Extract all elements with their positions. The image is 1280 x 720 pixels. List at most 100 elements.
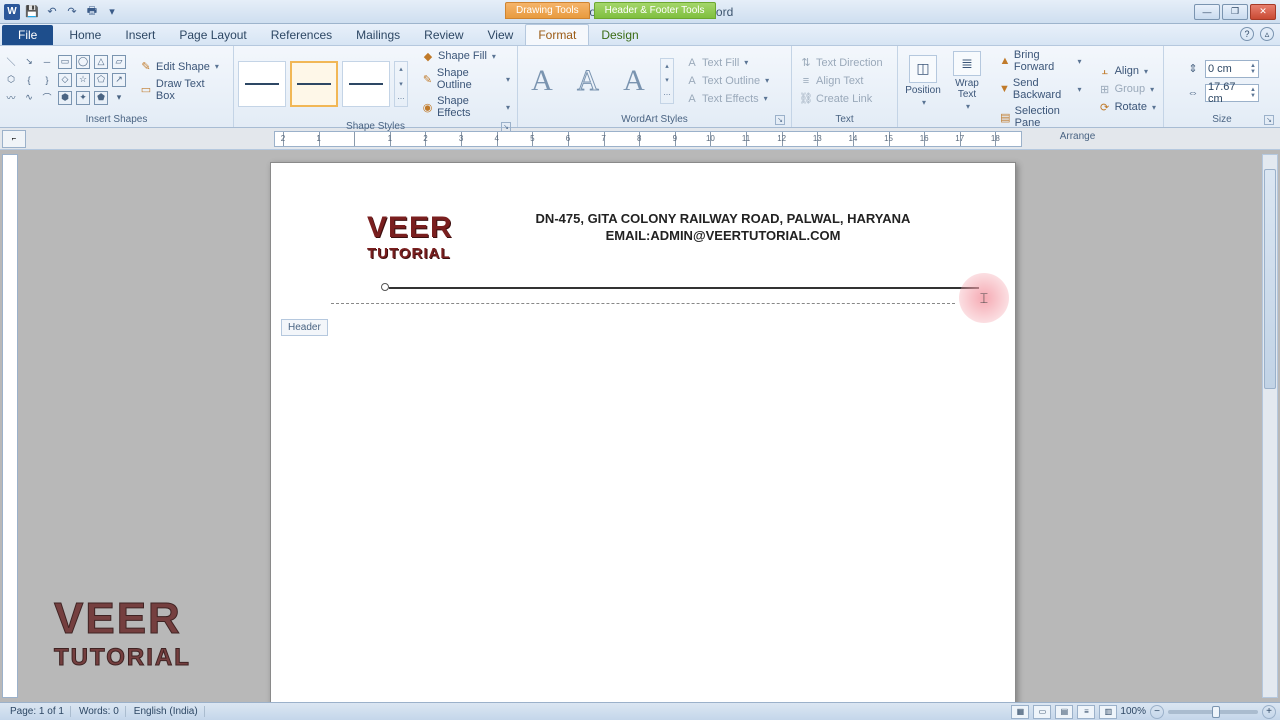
review-tab[interactable]: Review xyxy=(412,25,475,45)
edit-shape-button[interactable]: ✎Edit Shape▾ xyxy=(136,59,229,75)
align-text-icon: ≡ xyxy=(799,74,813,88)
text-group: ⇅Text Direction ≡Align Text ⛓Create Link… xyxy=(792,46,898,127)
wordart-swatch[interactable]: A xyxy=(522,58,562,104)
wordart-swatch[interactable]: A xyxy=(568,58,608,104)
draw-text-box-button[interactable]: ▭Draw Text Box xyxy=(136,77,229,103)
word-count[interactable]: Words: 0 xyxy=(73,706,126,717)
create-link-button: ⛓Create Link xyxy=(796,91,886,107)
text-outline-button: AText Outline▾ xyxy=(682,73,772,89)
zoom-slider[interactable] xyxy=(1168,710,1258,714)
logo: VEER TUTORIAL xyxy=(367,211,453,262)
style-swatch-selected[interactable] xyxy=(290,61,338,107)
horizontal-ruler[interactable]: 21123456789101112131415161718 xyxy=(274,131,1022,147)
shapes-gallery[interactable]: ＼↘─▭◯△▱ ⬡{}◇☆⬠↗ 〰∿⌒⬢✦⬟▾ xyxy=(4,55,128,107)
document-page[interactable]: VEER TUTORIAL DN-475, GITA COLONY RAILWA… xyxy=(270,162,1016,702)
outline-view-icon[interactable]: ≡ xyxy=(1077,705,1095,719)
restore-button[interactable]: ❐ xyxy=(1222,4,1248,20)
wordart-swatch[interactable]: A xyxy=(614,58,654,104)
page-status[interactable]: Page: 1 of 1 xyxy=(4,706,71,717)
language-status[interactable]: English (India) xyxy=(128,706,205,717)
zoom-in-button[interactable]: + xyxy=(1262,705,1276,719)
shape-handle-left[interactable] xyxy=(381,283,389,291)
watermark-line1: VEER xyxy=(54,594,191,644)
zoom-slider-thumb[interactable] xyxy=(1212,706,1220,718)
minimize-button[interactable]: — xyxy=(1194,4,1220,20)
scrollbar-thumb[interactable] xyxy=(1264,169,1276,389)
style-swatch[interactable] xyxy=(342,61,390,107)
dialog-launcher-icon[interactable]: ↘ xyxy=(1264,115,1274,125)
close-button[interactable]: ✕ xyxy=(1250,4,1276,20)
align-icon: ⫠ xyxy=(1098,64,1112,78)
quick-access-toolbar: 💾 ↶ ↷ 🖶 ▾ xyxy=(24,4,120,20)
position-button[interactable]: ◫Position▾ xyxy=(902,51,944,111)
print-layout-view-icon[interactable]: ▦ xyxy=(1011,705,1029,719)
bring-forward-button[interactable]: ▲Bring Forward▾ xyxy=(996,48,1085,74)
style-swatch[interactable] xyxy=(238,61,286,107)
shape-fill-button[interactable]: ◆Shape Fill▾ xyxy=(418,48,513,64)
position-wrap-group: ◫Position▾ ≣Wrap Text▾ xyxy=(898,46,992,127)
text-effects-icon: A xyxy=(685,92,699,106)
format-tab[interactable]: Format xyxy=(525,24,589,45)
header-footer-tools-context: Header & Footer Tools xyxy=(594,2,716,19)
mailings-tab[interactable]: Mailings xyxy=(344,25,412,45)
header-label-tag: Header xyxy=(281,319,328,336)
selection-pane-button[interactable]: ▤Selection Pane xyxy=(996,104,1085,130)
vertical-scrollbar[interactable] xyxy=(1262,154,1278,698)
web-layout-view-icon[interactable]: ▤ xyxy=(1055,705,1073,719)
contextual-tabs: Drawing Tools Header & Footer Tools xyxy=(505,2,716,19)
shape-style-gallery[interactable]: ▴▾⋯ xyxy=(238,61,408,107)
insert-tab[interactable]: Insert xyxy=(113,25,167,45)
file-tab[interactable]: File xyxy=(2,25,53,45)
insert-shapes-group: ＼↘─▭◯△▱ ⬡{}◇☆⬠↗ 〰∿⌒⬢✦⬟▾ ✎Edit Shape▾ ▭Dr… xyxy=(0,46,234,127)
tab-selector[interactable]: ⌐ xyxy=(2,130,26,148)
logo-line2: TUTORIAL xyxy=(367,245,453,262)
home-tab[interactable]: Home xyxy=(57,25,113,45)
width-input[interactable]: 17.67 cm▲▼ xyxy=(1205,84,1259,102)
zoom-level[interactable]: 100% xyxy=(1120,706,1146,717)
minimize-ribbon-icon[interactable]: ▵ xyxy=(1260,27,1274,41)
bring-forward-icon: ▲ xyxy=(999,54,1011,68)
references-tab[interactable]: References xyxy=(259,25,344,45)
text-direction-button: ⇅Text Direction xyxy=(796,55,886,71)
watermark-line2: TUTORIAL xyxy=(54,644,191,672)
align-text-button: ≡Align Text xyxy=(796,73,886,89)
wrap-text-icon: ≣ xyxy=(953,51,981,76)
shape-effects-button[interactable]: ◉Shape Effects▾ xyxy=(418,94,513,120)
fullscreen-reading-view-icon[interactable]: ▭ xyxy=(1033,705,1051,719)
gallery-more-icon[interactable]: ▴▾⋯ xyxy=(660,58,674,104)
text-fill-icon: A xyxy=(685,56,699,70)
vertical-ruler[interactable] xyxy=(2,154,18,698)
redo-icon[interactable]: ↷ xyxy=(64,4,80,20)
print-icon[interactable]: 🖶 xyxy=(84,4,100,20)
rotate-button[interactable]: ⟳Rotate▾ xyxy=(1095,99,1159,115)
logo-line1: VEER xyxy=(367,211,453,245)
height-input[interactable]: 0 cm▲▼ xyxy=(1205,60,1259,78)
design-tab[interactable]: Design xyxy=(589,25,650,45)
save-icon[interactable]: 💾 xyxy=(24,4,40,20)
dialog-launcher-icon[interactable]: ↘ xyxy=(775,115,785,125)
shape-handle-right-highlight[interactable] xyxy=(959,273,1009,323)
horizontal-line-shape[interactable] xyxy=(389,287,979,289)
selection-pane-icon: ▤ xyxy=(999,110,1012,124)
group-label: Text xyxy=(796,113,893,127)
wordart-gallery[interactable]: A A A ▴▾⋯ xyxy=(522,58,674,104)
page-layout-tab[interactable]: Page Layout xyxy=(167,25,258,45)
watermark-logo: VEER TUTORIAL xyxy=(54,594,191,672)
wrap-text-button[interactable]: ≣Wrap Text▾ xyxy=(946,51,988,111)
text-direction-icon: ⇅ xyxy=(799,56,813,70)
text-fill-button: AText Fill▾ xyxy=(682,55,772,71)
gallery-more-icon[interactable]: ▴▾⋯ xyxy=(394,61,408,107)
help-icon[interactable]: ? xyxy=(1240,27,1254,41)
rotate-icon: ⟳ xyxy=(1098,100,1112,114)
header-zone[interactable]: VEER TUTORIAL DN-475, GITA COLONY RAILWA… xyxy=(271,163,1015,316)
send-backward-button[interactable]: ▼Send Backward▾ xyxy=(996,76,1085,102)
align-button[interactable]: ⫠Align▾ xyxy=(1095,63,1159,79)
draft-view-icon[interactable]: ▥ xyxy=(1099,705,1117,719)
qat-customize-icon[interactable]: ▾ xyxy=(104,4,120,20)
height-icon: ⇕ xyxy=(1185,61,1201,77)
zoom-out-button[interactable]: − xyxy=(1150,705,1164,719)
group-icon: ⊞ xyxy=(1098,82,1112,96)
shape-outline-button[interactable]: ✎Shape Outline▾ xyxy=(418,66,513,92)
undo-icon[interactable]: ↶ xyxy=(44,4,60,20)
view-tab[interactable]: View xyxy=(476,25,526,45)
